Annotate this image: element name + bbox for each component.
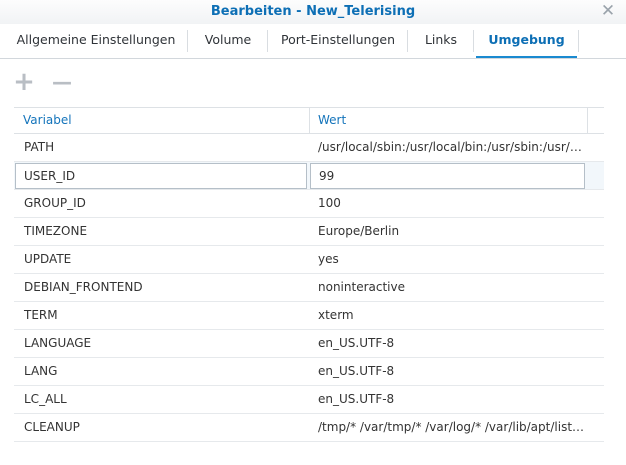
variable-name: LANGUAGE (24, 336, 92, 350)
variable-value-input[interactable] (310, 163, 585, 189)
variable-name: DEBIAN_FRONTEND (24, 280, 143, 294)
variable-value: en_US.UTF-8 (318, 364, 395, 378)
variable-value: Europe/Berlin (318, 224, 400, 238)
variable-value: 100 (318, 196, 341, 210)
table-row-editing[interactable] (14, 162, 604, 190)
tab-bar: Allgemeine Einstellungen Volume Port-Ein… (0, 24, 626, 59)
table-row[interactable]: PATH /usr/local/sbin:/usr/local/bin:/usr… (14, 134, 604, 162)
variable-value: /tmp/* /var/tmp/* /var/log/* /var/lib/ap… (318, 420, 585, 434)
column-header-variable[interactable]: Variabel (14, 108, 309, 133)
column-divider (587, 108, 588, 133)
variable-value: en_US.UTF-8 (318, 336, 395, 350)
variable-name: GROUP_ID (24, 196, 86, 210)
close-icon[interactable]: ✕ (600, 2, 616, 20)
remove-variable-button[interactable]: — (51, 72, 73, 94)
minus-icon: — (52, 70, 72, 94)
tab-links[interactable]: Links (410, 24, 472, 58)
table-row[interactable]: UPDATE yes (14, 246, 604, 274)
variable-name-input[interactable] (15, 163, 307, 189)
table-row[interactable]: TERM xterm (14, 302, 604, 330)
environment-table: Variabel Wert PATH /usr/local/sbin:/usr/… (14, 107, 604, 442)
variable-name: CLEANUP (24, 420, 80, 434)
tab-volume[interactable]: Volume (190, 24, 266, 58)
tab-separator (267, 30, 268, 52)
table-row[interactable]: DEBIAN_FRONTEND noninteractive (14, 274, 604, 302)
table-row[interactable]: LANG en_US.UTF-8 (14, 358, 604, 386)
tab-port-settings[interactable]: Port-Einstellungen (270, 24, 406, 58)
variable-value: /usr/local/sbin:/usr/local/bin:/usr/sbin… (318, 140, 585, 154)
table-row[interactable]: GROUP_ID 100 (14, 190, 604, 218)
variable-value: xterm (318, 308, 354, 322)
dialog-titlebar: Bearbeiten - New_Telerising ✕ (0, 0, 626, 24)
column-header-value[interactable]: Wert (309, 108, 587, 133)
variable-name: TIMEZONE (24, 224, 88, 238)
variable-name: UPDATE (24, 252, 72, 266)
table-row[interactable]: TIMEZONE Europe/Berlin (14, 218, 604, 246)
variable-name: PATH (24, 140, 55, 154)
variable-name: LANG (24, 364, 58, 378)
dialog-title: Bearbeiten - New_Telerising (210, 4, 416, 19)
variable-value: yes (318, 252, 339, 266)
variable-value: en_US.UTF-8 (318, 392, 395, 406)
tab-general-settings[interactable]: Allgemeine Einstellungen (6, 24, 186, 58)
tab-separator (473, 30, 474, 52)
tab-separator (578, 30, 579, 52)
add-variable-button[interactable]: + (13, 69, 35, 95)
table-header: Variabel Wert (14, 107, 604, 134)
tab-separator (187, 30, 188, 52)
plus-icon: + (13, 67, 35, 97)
variable-value: noninteractive (318, 280, 405, 294)
table-row[interactable]: LANGUAGE en_US.UTF-8 (14, 330, 604, 358)
tab-separator (407, 30, 408, 52)
variable-name: LC_ALL (24, 392, 67, 406)
variable-name: TERM (24, 308, 58, 322)
table-row[interactable]: CLEANUP /tmp/* /var/tmp/* /var/log/* /va… (14, 414, 604, 442)
table-row[interactable]: LC_ALL en_US.UTF-8 (14, 386, 604, 414)
tab-environment[interactable]: Umgebung (476, 24, 577, 58)
